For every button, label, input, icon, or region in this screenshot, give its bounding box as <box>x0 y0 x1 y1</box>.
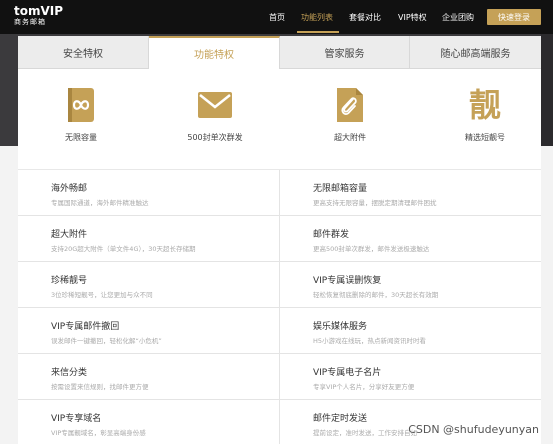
service-desc: H5小游戏在线玩，热点新闻资讯时时看 <box>313 337 427 345</box>
service-title: 无限邮箱容量 <box>313 184 368 194</box>
feature-highlights: 无限容量 500封单次群发 超大附件 靓 精选短靓号 <box>18 86 541 156</box>
nav-item-group-buy[interactable]: 企业团购 <box>442 12 474 23</box>
tab-security[interactable]: 安全特权 <box>18 36 149 69</box>
envelope-icon <box>198 92 232 118</box>
csdn-watermark: CSDN @shufudeyunyan <box>408 423 539 436</box>
top-nav-bar: tomVIP 商务邮箱 首页 功能列表 套餐对比 VIP特权 企业团购 快速登录 <box>0 0 553 34</box>
service-item-scheduled-send[interactable]: 邮件定时发送 提前设定，准时发送，工作安排自如 <box>279 400 541 444</box>
service-desc: 3位珍稀短靓号，让您更加与众不同 <box>51 291 153 299</box>
feature-mass-send[interactable]: 500封单次群发 <box>160 86 270 143</box>
service-title: 珍稀靓号 <box>51 276 88 286</box>
service-item-vip-domain[interactable]: VIP专享域名 VIP专属靓域名，彰显高端身份感 <box>18 400 280 444</box>
service-desc: 专享VIP个人名片，分享好友更方便 <box>313 383 415 391</box>
tab-features[interactable]: 功能特权 <box>149 36 280 69</box>
service-item-overseas-mail[interactable]: 海外畅邮 专属国际通道，海外邮件精准触达 <box>18 170 280 216</box>
service-title: VIP专属误删恢复 <box>313 276 382 286</box>
brand-logo[interactable]: tomVIP 商务邮箱 <box>14 5 63 27</box>
nav-active-indicator <box>297 31 339 33</box>
service-item-mass-send[interactable]: 邮件群发 更高500封单次群发，邮件发送极速触达 <box>279 216 541 262</box>
service-title: 娱乐媒体服务 <box>313 322 368 332</box>
infinity-icon <box>68 88 94 122</box>
service-desc: 误发邮件一键撤回，轻松化解“小危机” <box>51 337 162 345</box>
nav-item-feature-list[interactable]: 功能列表 <box>301 12 333 23</box>
service-title: 邮件定时发送 <box>313 414 368 424</box>
quick-login-button[interactable]: 快速登录 <box>487 9 541 25</box>
service-desc: 提前设定，准时发送，工作安排自如 <box>313 429 417 437</box>
logo-sub-text: 商务邮箱 <box>14 18 46 26</box>
service-title: 来信分类 <box>51 368 88 378</box>
feature-label: 超大附件 <box>334 133 366 142</box>
service-title: 海外畅邮 <box>51 184 88 194</box>
service-desc: 轻松恢复彻底删除的邮件，30天超长有效期 <box>313 291 439 299</box>
service-desc: 更高支持无限容量，摆脱定期清理邮件困扰 <box>313 199 437 207</box>
service-title: 超大附件 <box>51 230 88 240</box>
feature-label: 500封单次群发 <box>187 133 243 142</box>
privilege-tabs: 安全特权 功能特权 管家服务 随心邮高端服务 <box>18 36 541 69</box>
service-title: 邮件群发 <box>313 230 350 240</box>
paperclip-icon <box>337 88 363 122</box>
banner-right-edge <box>541 34 553 146</box>
service-item-mail-recall[interactable]: VIP专属邮件撤回 误发邮件一键撤回，轻松化解“小危机” <box>18 308 280 354</box>
service-item-large-attachment[interactable]: 超大附件 支持20G超大附件（单文件4G），30天超长存储期 <box>18 216 280 262</box>
service-item-delete-recovery[interactable]: VIP专属误删恢复 轻松恢复彻底删除的邮件，30天超长有效期 <box>279 262 541 308</box>
logo-main-text: tomVIP <box>14 4 64 18</box>
feature-large-attachment[interactable]: 超大附件 <box>295 86 405 143</box>
service-desc: 按需设置来信规则，找邮件更方便 <box>51 383 149 391</box>
service-title: VIP专享域名 <box>51 414 102 424</box>
liang-icon: 靓 <box>468 86 501 124</box>
service-desc: VIP专属靓域名，彰显高端身份感 <box>51 429 146 437</box>
privilege-card: 安全特权 功能特权 管家服务 随心邮高端服务 无限容量 500封单次群发 超大附… <box>18 36 541 444</box>
feature-label: 精选短靓号 <box>465 133 505 142</box>
service-title: VIP专属邮件撤回 <box>51 322 120 332</box>
nav-item-vip-privilege[interactable]: VIP特权 <box>398 12 427 23</box>
service-desc: 专属国际通道，海外邮件精准触达 <box>51 199 149 207</box>
service-item-unlimited-storage[interactable]: 无限邮箱容量 更高支持无限容量，摆脱定期清理邮件困扰 <box>279 170 541 216</box>
feature-label: 无限容量 <box>65 133 97 142</box>
tab-butler-service[interactable]: 管家服务 <box>280 36 410 69</box>
nav-item-plan-compare[interactable]: 套餐对比 <box>349 12 381 23</box>
service-title: VIP专属电子名片 <box>313 368 382 378</box>
service-item-entertainment[interactable]: 娱乐媒体服务 H5小游戏在线玩，热点新闻资讯时时看 <box>279 308 541 354</box>
service-item-business-card[interactable]: VIP专属电子名片 专享VIP个人名片，分享好友更方便 <box>279 354 541 400</box>
tab-premium-service[interactable]: 随心邮高端服务 <box>410 36 541 69</box>
service-desc: 支持20G超大附件（单文件4G），30天超长存储期 <box>51 245 196 253</box>
feature-unlimited-storage[interactable]: 无限容量 <box>26 86 136 143</box>
feature-vanity-number[interactable]: 靓 精选短靓号 <box>430 86 540 143</box>
nav-item-home[interactable]: 首页 <box>269 12 285 23</box>
service-item-rare-number[interactable]: 珍稀靓号 3位珍稀短靓号，让您更加与众不同 <box>18 262 280 308</box>
service-item-mail-sorting[interactable]: 来信分类 按需设置来信规则，找邮件更方便 <box>18 354 280 400</box>
service-desc: 更高500封单次群发，邮件发送极速触达 <box>313 245 430 253</box>
